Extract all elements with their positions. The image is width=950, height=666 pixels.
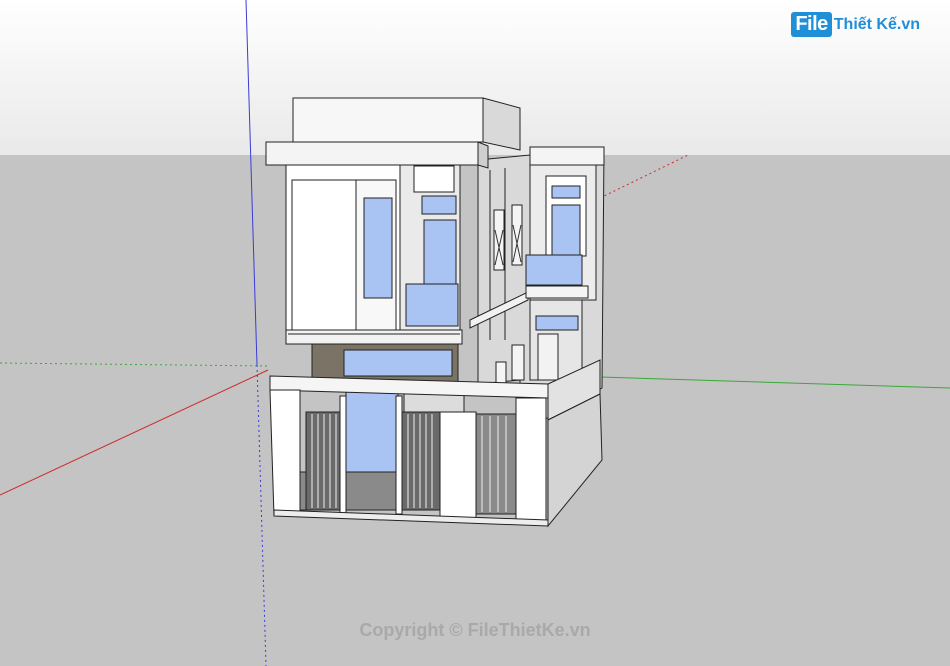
upper-floor-slab [285,329,463,345]
upper-transom [421,195,457,215]
upper-door [423,219,457,287]
fence-pillar [439,411,477,521]
fence-pillar [339,395,347,515]
fence-wall [269,389,301,517]
house-model[interactable] [265,97,605,528]
rear-slab [525,285,589,299]
rear-tower-window [551,204,581,256]
upper-panel-left [291,179,357,331]
filethietke-logo: File Thiết Kế.vn [791,12,920,37]
rear-tower-top [529,146,605,166]
upper-balcony-glass [405,283,459,327]
roof-parapet [292,97,484,143]
fence-pillar [515,397,547,525]
upper-recess-box [413,165,455,193]
side-window [511,344,525,381]
roof-parapet-side [482,97,521,151]
roof-slab [265,141,479,166]
upper-window [363,197,393,299]
logo-mark: File [791,12,832,37]
green-axis-solid [599,376,950,389]
side-window [495,361,507,385]
ground-window [345,391,399,473]
sketchup-viewport[interactable]: File Thiết Kế.vn Copyright © FileThietKe… [0,0,950,666]
red-axis-solid [0,369,269,496]
ground-transom [343,349,453,377]
side-window [511,204,523,266]
logo-text: Thiết Kế.vn [833,15,920,33]
green-axis-dotted [0,362,271,367]
rear-lower-door [537,333,559,381]
blue-axis [245,0,258,366]
rear-lower-window [535,315,579,331]
copyright-watermark: Copyright © FileThietKe.vn [359,620,591,640]
rear-balcony-glass [525,254,583,286]
gate-left [305,411,341,511]
model-scene[interactable] [0,0,950,666]
roof-slab-side [477,141,489,169]
rear-tower-window [551,185,581,199]
fence-pillar [395,395,403,515]
red-axis-dotted [599,154,689,199]
